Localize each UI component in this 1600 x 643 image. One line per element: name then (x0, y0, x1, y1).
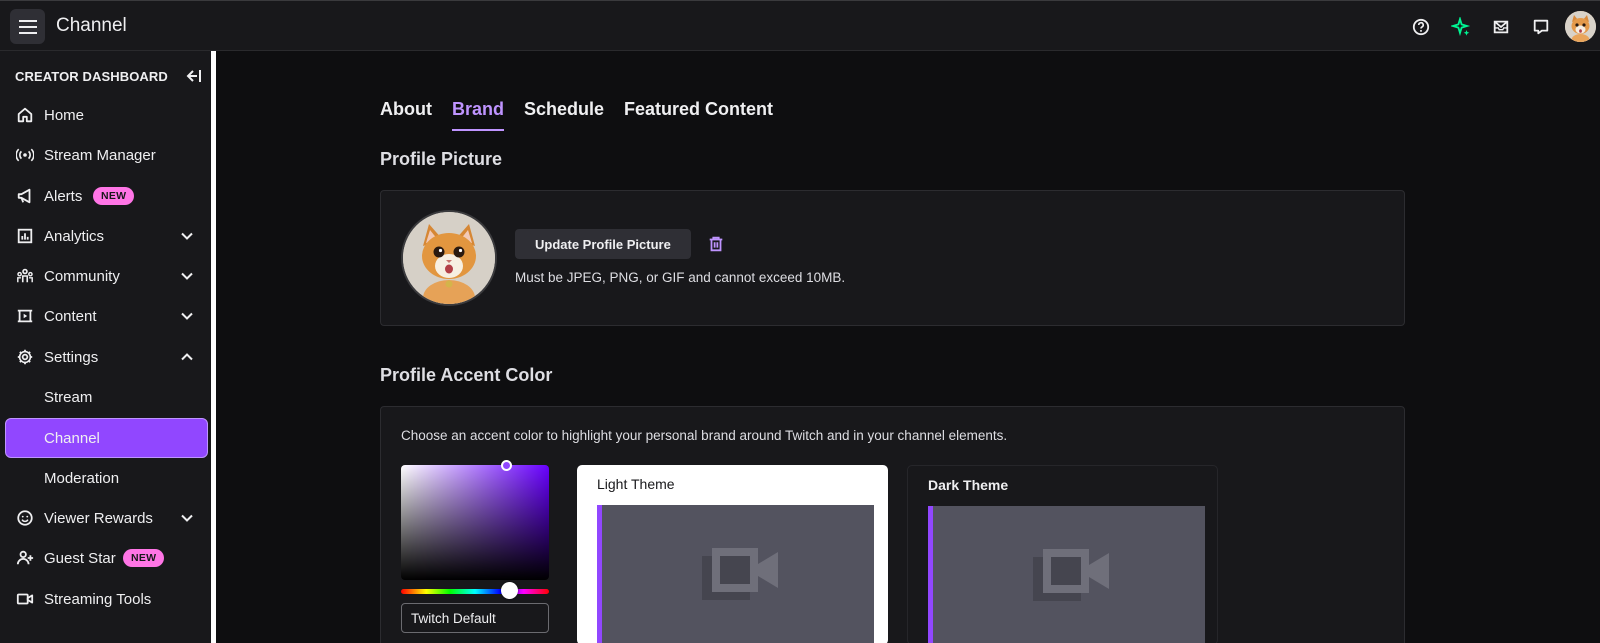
analytics-icon (17, 228, 33, 244)
chevron-down-icon (181, 272, 193, 280)
chevron-down-icon (181, 232, 193, 240)
dark-preview-player (928, 506, 1205, 643)
cat-profile-icon (403, 212, 495, 304)
video-camera-icon (702, 548, 778, 600)
tab-about[interactable]: About (380, 99, 432, 131)
sidebar-item-streaming-tools[interactable]: Streaming Tools (5, 579, 208, 619)
sidebar-item-analytics[interactable]: Analytics (5, 216, 208, 256)
person-add-icon (16, 550, 34, 565)
home-icon (17, 107, 33, 123)
sidebar-item-label: Viewer Rewards (44, 509, 153, 527)
megaphone-icon (17, 188, 31, 204)
main-content: About Brand Schedule Featured Content Pr… (221, 51, 1600, 643)
sidebar-item-viewer-rewards[interactable]: Viewer Rewards (5, 498, 208, 538)
sidebar-item-label: Content (44, 307, 97, 325)
sparkle-button[interactable] (1441, 7, 1481, 47)
menu-icon (18, 19, 37, 34)
sidebar-item-guest-star[interactable]: Guest Star NEW (5, 538, 208, 578)
top-icons (1401, 1, 1600, 52)
sidebar-item-label: Alerts (44, 187, 83, 205)
collapse-icon (186, 70, 201, 82)
content-icon (17, 309, 33, 323)
video-camera-icon (1033, 549, 1109, 601)
sidebar-item-stream-manager[interactable]: Stream Manager (5, 135, 208, 175)
page-title: Channel (56, 15, 127, 36)
dark-theme-label: Dark Theme (928, 477, 1009, 493)
sidebar-header: CREATOR DASHBOARD (15, 69, 168, 84)
tab-featured-content[interactable]: Featured Content (624, 99, 773, 131)
hue-slider[interactable] (401, 582, 549, 599)
hue-slider-knob[interactable] (501, 582, 518, 599)
cat-avatar-icon (1565, 11, 1596, 42)
light-theme-label: Light Theme (597, 476, 675, 492)
channel-tabs: About Brand Schedule Featured Content (380, 99, 793, 131)
tab-brand[interactable]: Brand (451, 99, 505, 131)
broadcast-icon (16, 148, 34, 162)
sidebar-item-label: Stream (44, 388, 93, 406)
sidebar-item-label: Stream Manager (44, 146, 156, 164)
trash-icon[interactable] (707, 235, 725, 253)
gear-icon (17, 349, 33, 365)
sidebar-item-moderation[interactable]: Moderation (5, 458, 208, 498)
new-badge: NEW (93, 187, 135, 205)
profile-picture-hint: Must be JPEG, PNG, or GIF and cannot exc… (515, 270, 846, 285)
profile-picture-title: Profile Picture (380, 149, 503, 169)
menu-button[interactable] (10, 9, 45, 44)
user-avatar[interactable] (1565, 11, 1596, 42)
color-picker-area[interactable] (401, 460, 549, 580)
dark-theme-preview: Dark Theme (907, 465, 1218, 643)
sidebar-item-label: Guest Star (44, 549, 116, 567)
light-preview-player (597, 505, 874, 643)
sidebar-item-label: Channel (44, 429, 100, 447)
profile-picture (401, 210, 497, 306)
accent-color-title: Profile Accent Color (380, 365, 553, 385)
accent-description: Choose an accent color to highlight your… (401, 428, 1008, 443)
community-icon (17, 268, 33, 283)
help-icon (1412, 18, 1430, 35)
tab-schedule[interactable]: Schedule (524, 99, 604, 131)
update-profile-picture-button[interactable]: Update Profile Picture (515, 229, 691, 259)
sidebar-item-content[interactable]: Content (5, 296, 208, 336)
chevron-down-icon (181, 312, 193, 320)
sidebar-item-alerts[interactable]: Alerts NEW (5, 176, 208, 216)
sidebar: CREATOR DASHBOARD Home Stream Manager Al… (0, 51, 216, 643)
sidebar-item-home[interactable]: Home (5, 95, 208, 135)
light-theme-preview: Light Theme (577, 465, 888, 643)
sidebar-item-stream[interactable]: Stream (5, 377, 208, 417)
chevron-up-icon (181, 353, 193, 361)
color-picker-handle[interactable] (501, 460, 512, 471)
sidebar-item-label: Home (44, 106, 85, 124)
sidebar-item-label: Streaming Tools (44, 590, 152, 608)
sidebar-item-label: Community (44, 267, 120, 285)
collapse-sidebar-button[interactable] (181, 65, 203, 87)
sidebar-item-settings[interactable]: Settings (5, 337, 208, 377)
smile-icon (17, 510, 33, 526)
new-badge: NEW (123, 549, 165, 567)
sidebar-item-label: Settings (44, 348, 99, 366)
sparkle-icon (1451, 16, 1471, 36)
inbox-icon (1493, 20, 1509, 33)
inbox-button[interactable] (1481, 7, 1521, 47)
profile-picture-card: Update Profile Picture Must be JPEG, PNG… (380, 190, 1405, 326)
sidebar-item-channel[interactable]: Channel (5, 418, 208, 458)
chevron-down-icon (181, 514, 193, 522)
sidebar-item-label: Analytics (44, 227, 105, 245)
sidebar-item-label: Moderation (44, 469, 120, 487)
sidebar-item-community[interactable]: Community (5, 256, 208, 296)
top-bar: Channel (0, 0, 1600, 51)
accent-color-card: Choose an accent color to highlight your… (380, 406, 1405, 643)
whispers-button[interactable] (1521, 7, 1561, 47)
camera-icon (16, 593, 34, 605)
help-button[interactable] (1401, 7, 1441, 47)
chat-icon (1533, 19, 1549, 34)
color-value-input[interactable] (401, 603, 549, 633)
